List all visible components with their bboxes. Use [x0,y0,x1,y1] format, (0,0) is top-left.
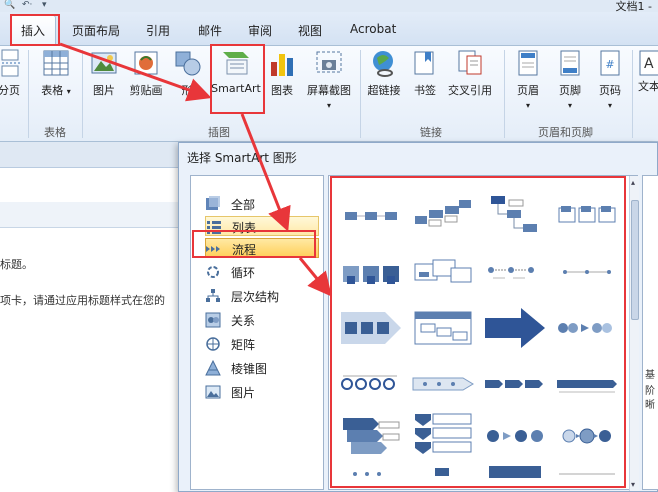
category-pyramid[interactable]: 棱锥图 [205,358,319,378]
tab-references[interactable]: 引用 [146,22,170,39]
textbox-button[interactable]: A 文本 [638,48,658,94]
search-icon[interactable]: 🔍 [4,0,15,10]
hyperlink-button[interactable]: 超链接 [364,48,404,98]
svg-text:A: A [644,56,654,72]
screenshot-icon [316,51,342,73]
annotation-box-insert-tab [10,14,60,46]
group-label-table: 表格 [44,126,66,139]
screenshot-button[interactable]: 屏幕截图 ▾ [302,48,356,111]
tab-acrobat[interactable]: Acrobat [350,22,396,36]
clipart-icon [134,51,158,75]
footer-icon [560,50,580,76]
category-all[interactable]: 全部 [205,194,319,214]
cross-reference-icon [458,50,482,75]
shapes-button[interactable]: 形 [172,48,202,98]
relationship-icon [205,312,221,328]
textbox-icon: A [639,50,658,76]
bookmark-icon [414,51,434,75]
page-number-button[interactable]: # 页码 ▾ [592,48,628,111]
tab-page-layout[interactable]: 页面布局 [72,22,120,39]
group-label-header-footer: 页眉和页脚 [538,126,593,139]
annotation-box-process [192,230,316,258]
dropdown-icon[interactable]: ▾ [42,0,47,10]
scroll-up-icon[interactable]: ▴ [631,178,635,187]
page-number-icon: # [600,50,620,76]
undo-icon[interactable]: ↶· [22,0,32,10]
category-relationship[interactable]: 关系 [205,310,319,330]
table-button[interactable]: 表格 ▾ [38,48,74,98]
picture-icon [205,385,221,399]
chart-icon [271,54,293,76]
group-label-illustrations: 插图 [208,126,230,139]
navigation-band [0,142,180,168]
preview-text: 晰 [645,400,655,411]
title-bar: 🔍 ↶· ▾ 文档1 - [0,0,658,13]
matrix-icon [206,337,220,351]
picture-icon [91,52,117,74]
chart-button[interactable]: 图表 [266,48,298,98]
page-break-icon [0,49,22,77]
tab-mailings[interactable]: 邮件 [198,22,222,39]
footer-button[interactable]: 页脚 ▾ [552,48,588,111]
navigation-band-secondary [0,202,180,228]
preview-text: 阶 [645,386,655,397]
document-text-line: 项卡，请通过应用标题样式在您的 [0,294,165,307]
hierarchy-icon [206,289,220,302]
bookmark-button[interactable]: 书签 [410,48,440,98]
all-icon [206,196,220,210]
pyramid-icon [205,360,221,376]
cycle-icon [207,266,219,278]
annotation-box-gallery [330,176,626,488]
category-hierarchy[interactable]: 层次结构 [205,286,319,306]
scrollbar-thumb[interactable] [631,200,639,320]
clipart-button[interactable]: 剪贴画 [126,48,166,98]
tab-view[interactable]: 视图 [298,22,322,39]
category-matrix[interactable]: 矩阵 [205,334,319,354]
gallery-scrollbar[interactable]: ▴ ▾ [629,176,639,491]
category-cycle[interactable]: 循环 [205,262,319,282]
preview-panel: 基 阶 晰 [642,175,658,490]
shapes-icon [175,51,201,76]
table-icon [43,50,69,76]
preview-text: 基 [645,370,655,381]
hyperlink-icon [373,51,393,77]
ribbon: 分页 表格 ▾ 表格 图片 剪贴画 形 SmartArt 图表 屏幕截图 ▾ 插… [0,46,658,142]
scroll-down-icon[interactable]: ▾ [631,480,635,489]
tab-review[interactable]: 审阅 [248,22,272,39]
picture-button[interactable]: 图片 [88,48,120,98]
category-list: 全部 列表 流程 循环 层次结构 关系 矩阵 棱锥图 图片 [190,175,324,490]
header-icon [518,50,538,76]
svg-text:#: # [605,58,614,71]
ribbon-tabs: 插入 页面布局 引用 邮件 审阅 视图 Acrobat [0,12,658,47]
dialog-title: 选择 SmartArt 图形 [187,151,297,165]
page-break-button[interactable]: 分页 [0,48,24,98]
cross-reference-button[interactable]: 交叉引用 [444,48,496,98]
document-text-line: 标题。 [0,258,33,271]
category-picture[interactable]: 图片 [205,382,319,402]
header-button[interactable]: 页眉 ▾ [510,48,546,111]
group-label-links: 链接 [420,126,442,139]
annotation-box-smartart [210,44,265,114]
